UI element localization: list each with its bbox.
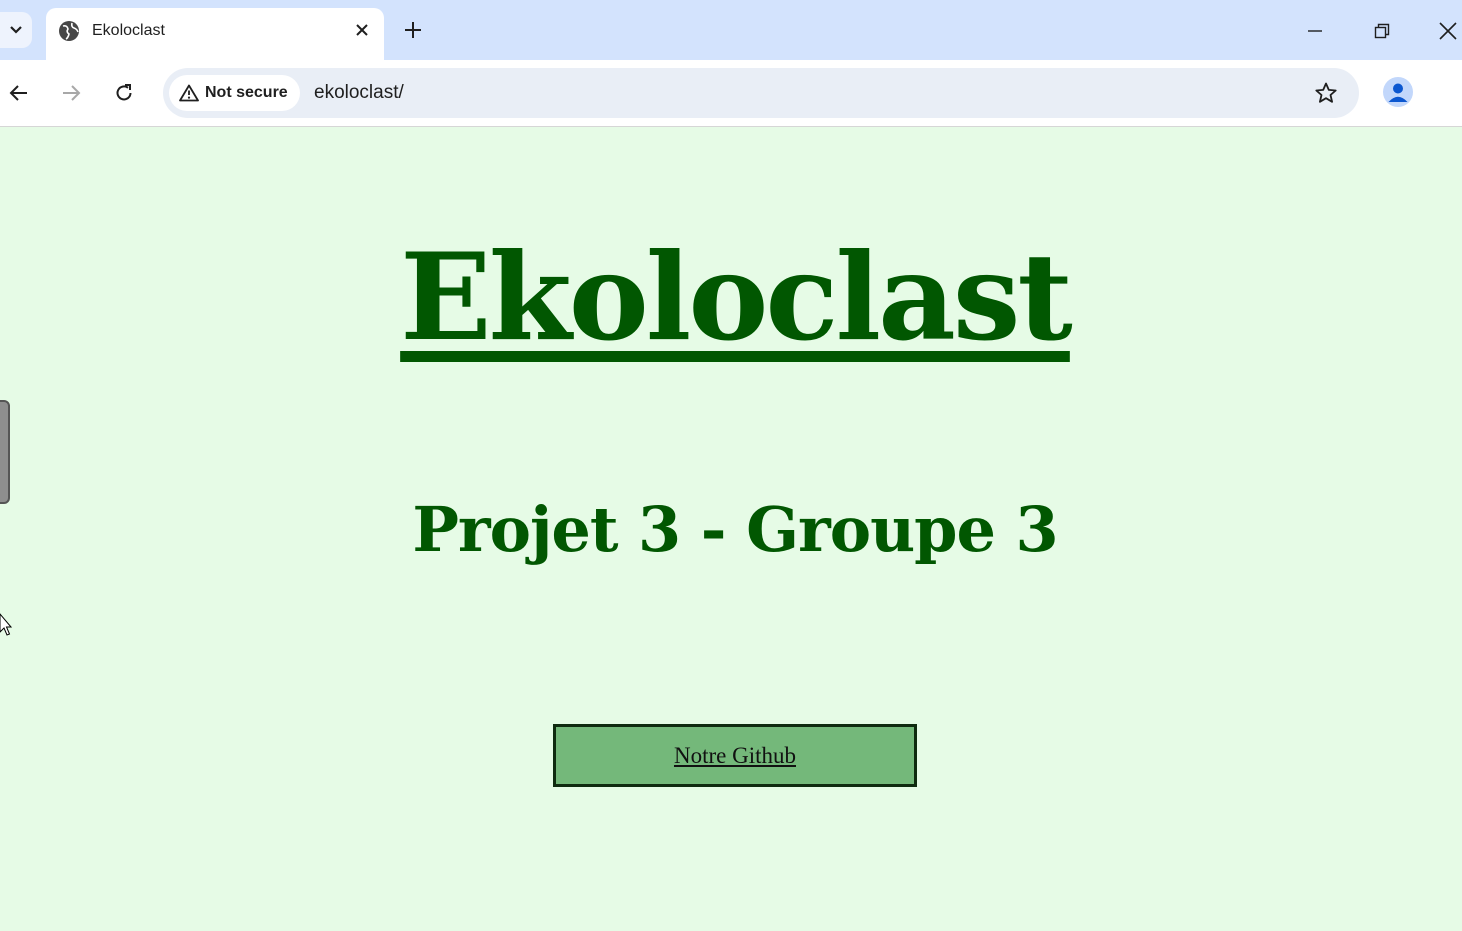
- tab-search-button[interactable]: [0, 12, 32, 48]
- reload-button[interactable]: [110, 79, 138, 107]
- bookmark-button[interactable]: [1313, 80, 1339, 106]
- plus-icon: [405, 22, 421, 38]
- arrow-left-icon: [9, 85, 27, 101]
- profile-button[interactable]: [1383, 77, 1413, 107]
- page-content: Ekoloclast Projet 3 - Groupe 3 Notre Git…: [0, 128, 1462, 931]
- browser-toolbar: Not secure ekoloclast/: [0, 60, 1462, 164]
- tab-close-button[interactable]: [350, 18, 374, 42]
- restore-icon: [1374, 23, 1390, 39]
- reload-icon: [116, 84, 132, 101]
- github-link-button[interactable]: Notre Github: [553, 724, 917, 787]
- minimize-icon: [1308, 30, 1322, 32]
- minimize-button[interactable]: [1300, 16, 1330, 46]
- active-tab[interactable]: Ekoloclast: [46, 8, 384, 60]
- mouse-cursor-icon: [0, 613, 12, 636]
- page-subtitle: Projet 3 - Groupe 3: [412, 493, 1058, 566]
- back-button[interactable]: [5, 79, 33, 107]
- tab-title: Ekoloclast: [92, 22, 165, 39]
- chevron-down-icon: [10, 26, 22, 34]
- close-icon: [1439, 22, 1457, 40]
- tab-strip: Ekoloclast: [0, 0, 1462, 60]
- star-icon: [1315, 82, 1337, 103]
- side-panel-handle[interactable]: [0, 400, 10, 504]
- page-title: Ekoloclast: [400, 227, 1073, 368]
- forward-button[interactable]: [57, 79, 85, 107]
- new-tab-button[interactable]: [400, 17, 426, 43]
- person-icon: [1388, 83, 1408, 102]
- arrow-right-icon: [63, 85, 81, 101]
- url-text[interactable]: ekoloclast/: [314, 82, 404, 104]
- site-info-chip[interactable]: Not secure: [169, 75, 300, 111]
- address-bar[interactable]: Not secure ekoloclast/: [163, 68, 1359, 118]
- warning-triangle-icon: [179, 84, 199, 102]
- window-close-button[interactable]: [1433, 16, 1462, 46]
- globe-icon: [59, 21, 79, 41]
- security-label: Not secure: [205, 84, 288, 101]
- github-link-label[interactable]: Notre Github: [674, 743, 796, 769]
- close-icon: [356, 24, 368, 36]
- restore-button[interactable]: [1367, 16, 1397, 46]
